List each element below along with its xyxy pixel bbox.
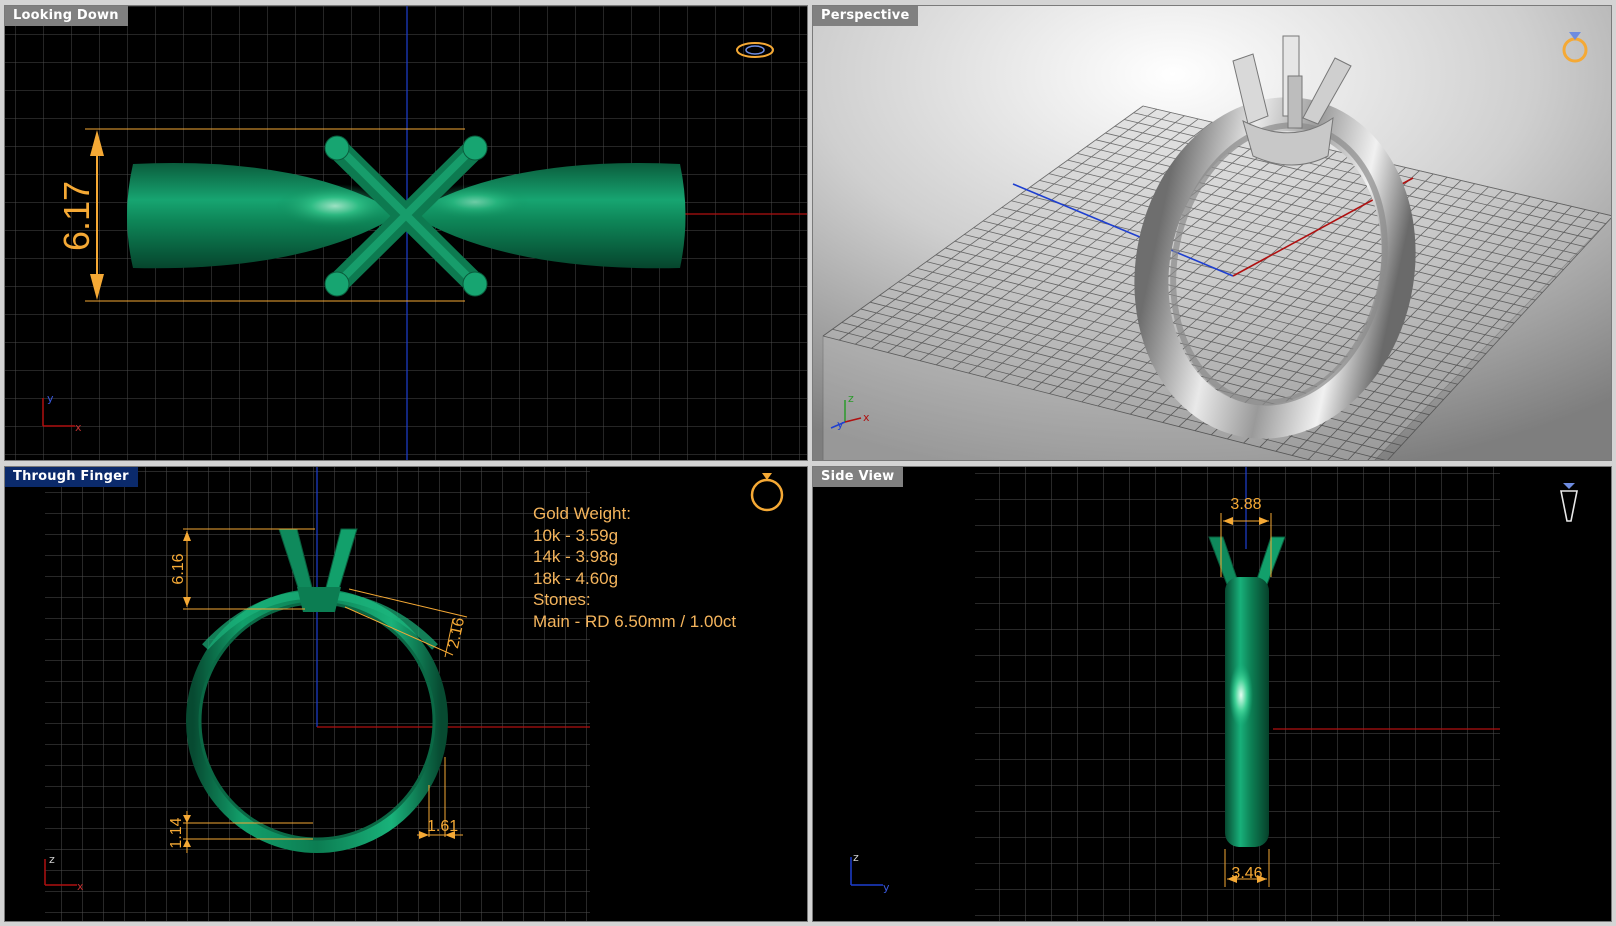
stones-heading: Stones:: [533, 590, 591, 609]
axis-z-label: z: [848, 392, 854, 405]
view-orientation-icon[interactable]: [750, 473, 784, 512]
dimension-label-head-height: 6.16: [170, 553, 187, 584]
axis-y-label: y: [47, 392, 54, 405]
axis-z-label: z: [49, 853, 55, 866]
view-orientation-icon[interactable]: [1560, 483, 1578, 522]
viewport-perspective[interactable]: Perspective y z x: [812, 5, 1612, 461]
gold-weight-info: Gold Weight: 10k - 3.59g 14k - 3.98g 18k…: [533, 503, 736, 632]
viewport-side-view[interactable]: Side View 3.88 3.46 z y: [812, 466, 1612, 922]
axis-x-label: x: [75, 421, 82, 434]
perspective-scene: y z x: [813, 6, 1611, 460]
gold-weight-14k: 14k - 3.98g: [533, 547, 619, 566]
axis-z-label: z: [853, 851, 859, 864]
viewport-looking-down[interactable]: Looking Down 6.17 y x: [4, 5, 808, 461]
viewport-title-side-view[interactable]: Side View: [813, 467, 904, 487]
axis-y-label: y: [837, 418, 844, 431]
dimension-label-shank-bottom-height: 1.14: [168, 817, 185, 848]
viewport-through-finger[interactable]: Through Finger 6.16 2.16 1.14 1.61 z x G…: [4, 466, 808, 922]
stones-main: Main - RD 6.50mm / 1.00ct: [533, 611, 737, 631]
viewport-title-perspective[interactable]: Perspective: [813, 6, 919, 26]
gold-weight-10k: 10k - 3.59g: [533, 525, 619, 545]
axis-indicator: z y: [850, 851, 890, 894]
gold-weight-heading: Gold Weight:: [533, 504, 631, 523]
viewport-title-through-finger[interactable]: Through Finger: [5, 467, 138, 487]
viewport-title-looking-down[interactable]: Looking Down: [5, 6, 128, 26]
dimension-label-bottom-width: 3.46: [1231, 865, 1262, 882]
dimension-label-shank-bottom-width: 1.61: [427, 818, 458, 835]
axis-x-label: x: [77, 880, 84, 893]
side-view-scene: 3.88 3.46 z y: [850, 467, 1578, 921]
dimension-label-top-width: 3.88: [1230, 496, 1261, 513]
axis-y-label: y: [883, 881, 890, 894]
looking-down-scene: 6.17 y x: [5, 6, 807, 460]
gold-weight-18k: 18k - 4.60g: [533, 568, 619, 588]
axis-x-label: x: [863, 411, 870, 424]
dimension-label-top: 6.17: [56, 181, 97, 251]
